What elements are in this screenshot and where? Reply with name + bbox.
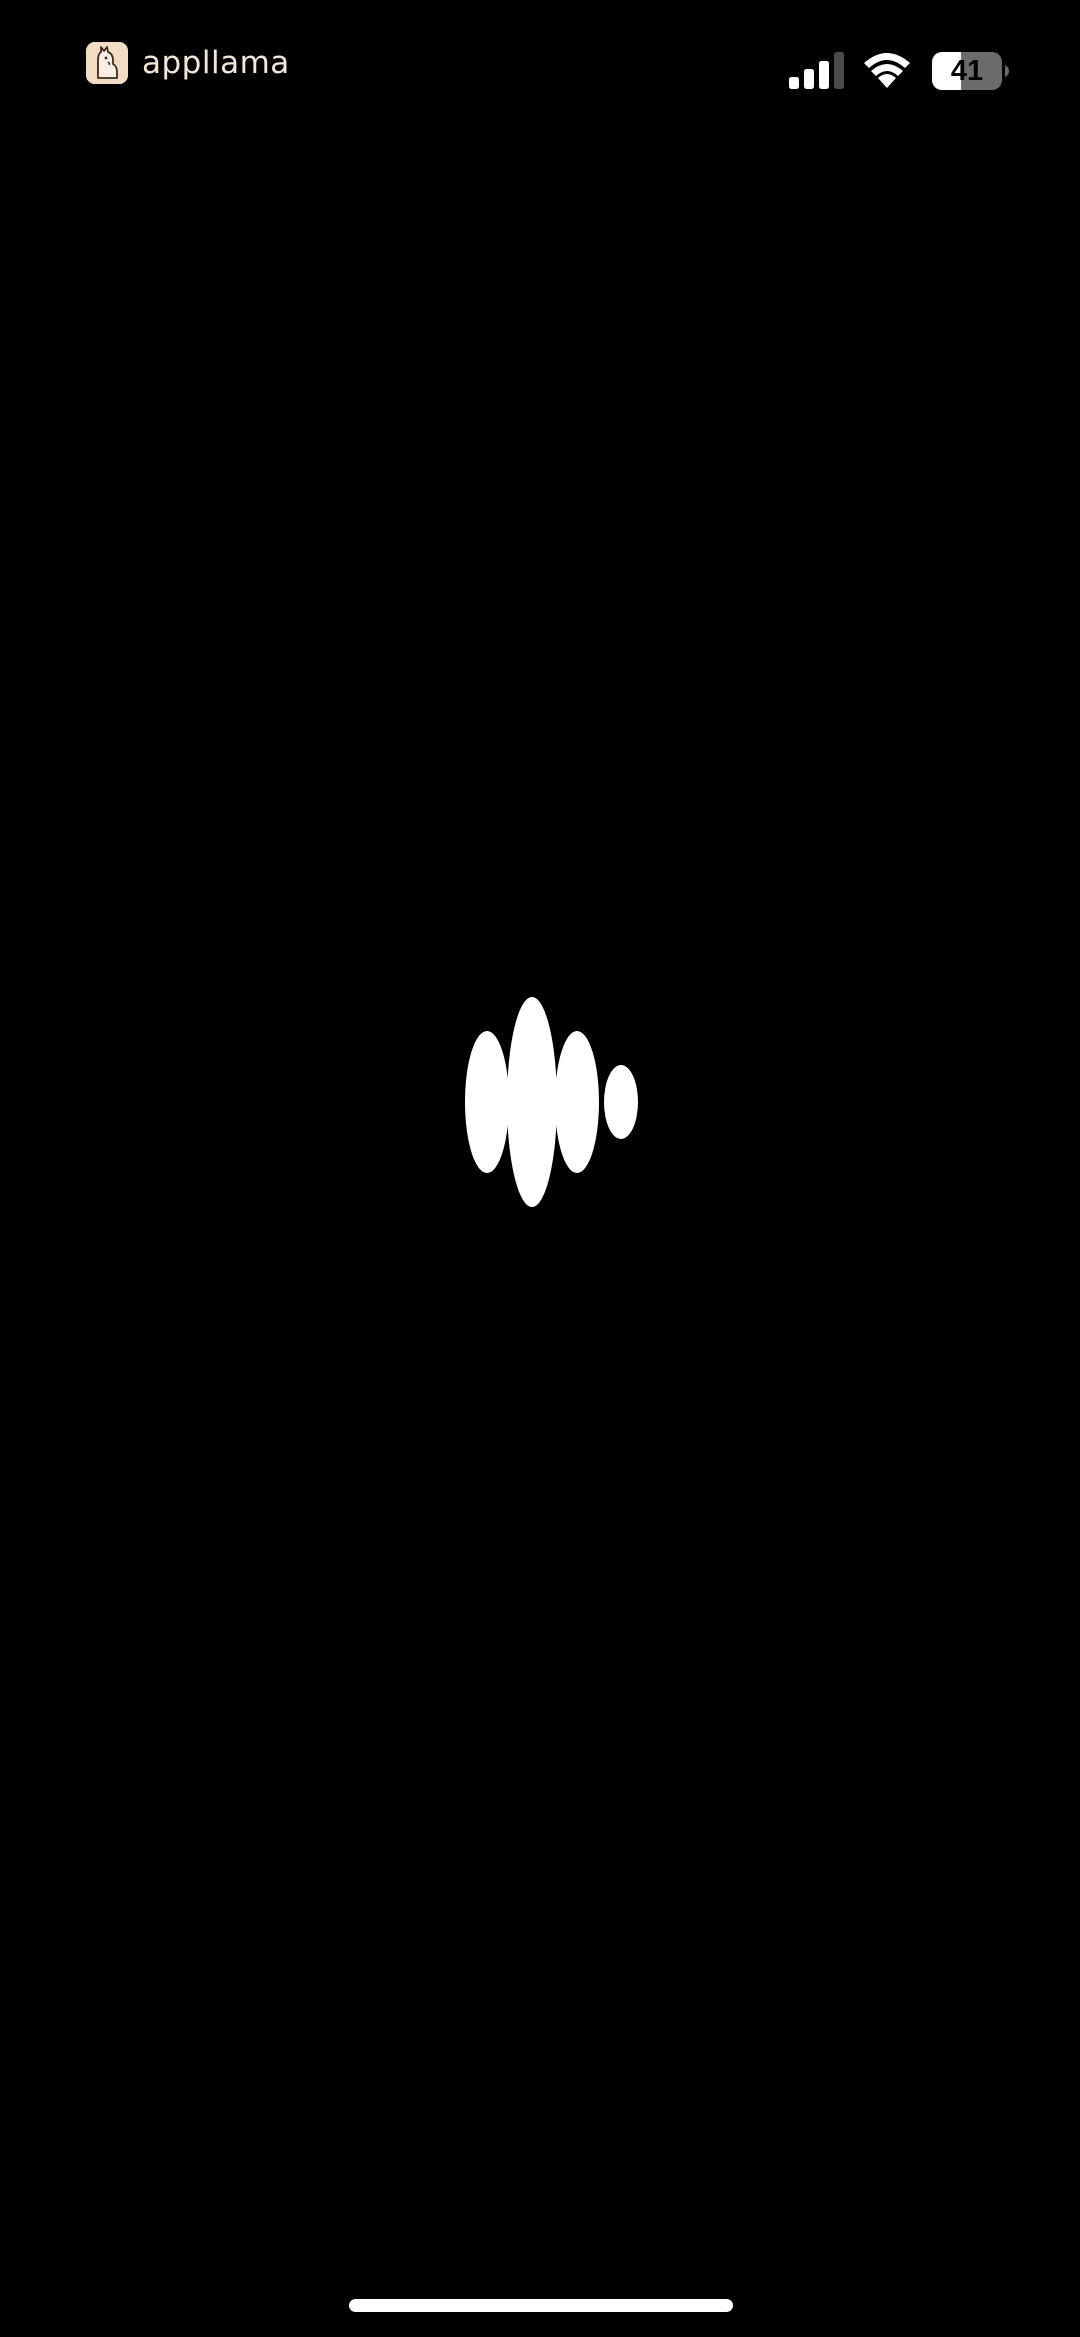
- app-name: appllama: [142, 45, 290, 81]
- home-indicator[interactable]: [349, 2299, 733, 2312]
- status-bar: appllama 41: [0, 0, 1080, 140]
- llama-logo-icon: [86, 42, 128, 84]
- wifi-icon: [864, 53, 910, 88]
- voice-waveform-icon[interactable]: [460, 995, 640, 1210]
- battery-percentage: 41: [950, 55, 984, 87]
- app-branding: appllama: [86, 42, 290, 84]
- cellular-signal-icon: [789, 52, 844, 89]
